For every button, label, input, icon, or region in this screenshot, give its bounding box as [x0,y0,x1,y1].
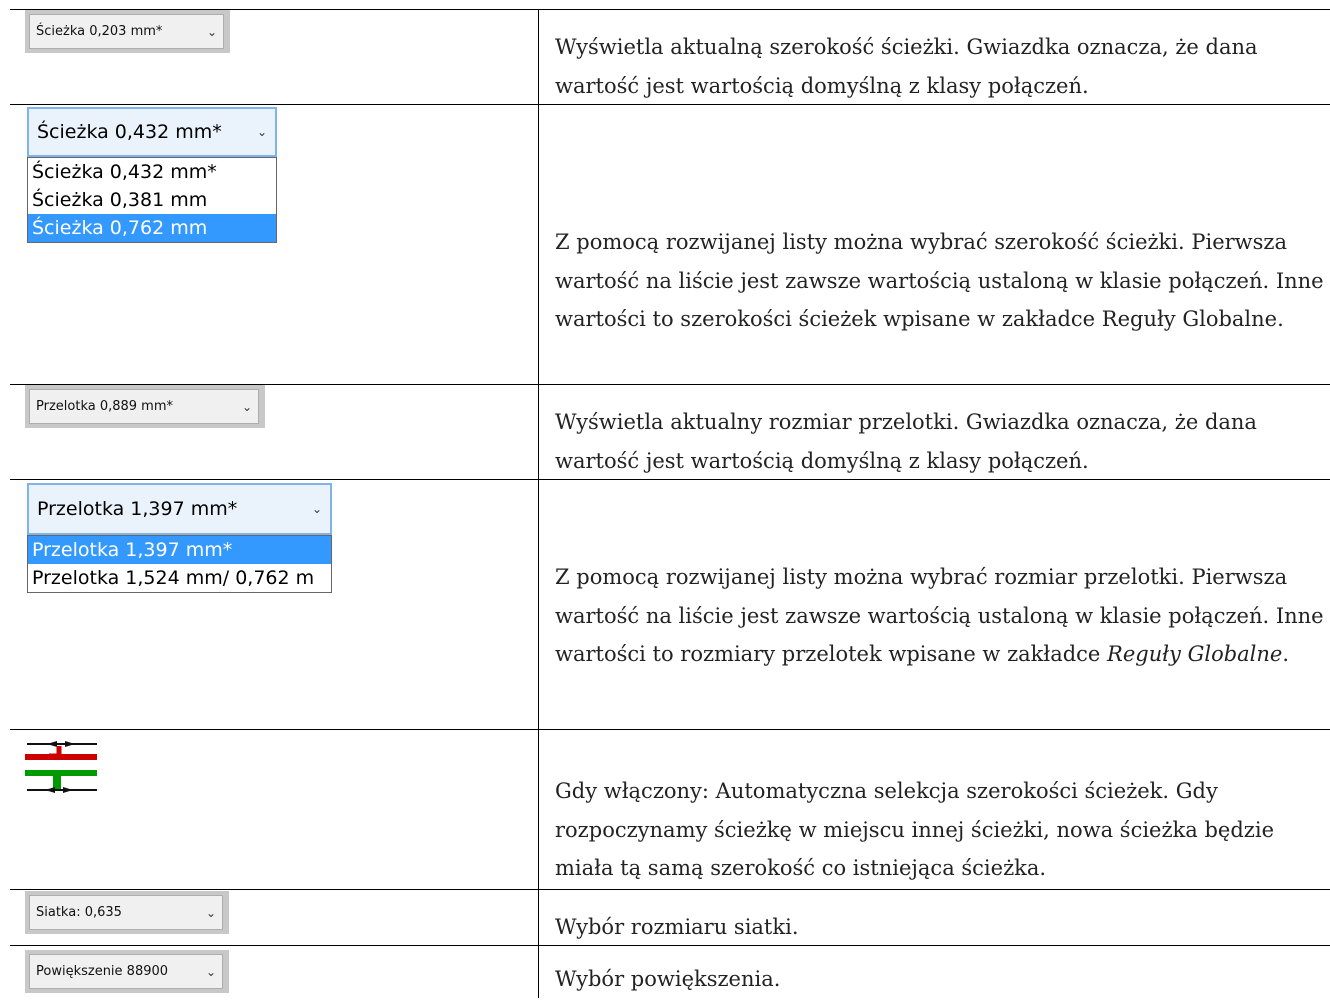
zoom-description: Wybór powiększenia. [555,967,781,991]
table-row-auto-track-width: Gdy włączony: Automatyczna selekcja szer… [10,729,1330,890]
via-size-value: Przelotka 0,889 mm* [36,399,174,414]
via-size-option[interactable]: Przelotka 1,524 mm/ 0,762 m [28,564,331,592]
table-row-track-width: Ścieżka 0,203 mm* ⌄ Wyświetla aktualną sz… [10,9,1330,105]
track-width-dropdown-head[interactable]: Ścieżka 0,432 mm* ⌄ [27,107,277,157]
chevron-down-icon: ⌄ [241,399,252,414]
via-size-combobox[interactable]: Przelotka 0,889 mm* ⌄ [25,385,265,428]
auto-track-width-icon[interactable] [25,732,101,802]
chevron-down-icon: ⌄ [311,502,322,516]
via-size-description: Wyświetla aktualny rozmiar przelotki. Gw… [555,410,1257,473]
track-width-options: Ścieżka 0,432 mm* Ścieżka 0,381 mm Ścież… [27,157,277,243]
track-width-dropdown-value: Ścieżka 0,432 mm* [37,121,222,143]
via-size-dropdown-description-emphasis: Reguły Globalne [1107,642,1283,666]
track-width-value: Ścieżka 0,203 mm* [36,24,163,39]
via-size-dropdown-value: Przelotka 1,397 mm* [37,498,238,520]
via-size-dropdown-description: Z pomocą rozwijanej listy można wybrać r… [555,558,1325,674]
via-size-option-selected[interactable]: Przelotka 1,397 mm* [28,536,331,564]
via-size-options: Przelotka 1,397 mm* Przelotka 1,524 mm/ … [27,535,332,593]
grid-description: Wybór rozmiaru siatki. [555,915,799,939]
track-width-option[interactable]: Ścieżka 0,432 mm* [28,158,276,186]
track-width-combobox[interactable]: Ścieżka 0,203 mm* ⌄ [25,10,230,53]
via-size-dropdown[interactable]: Przelotka 1,397 mm* ⌄ Przelotka 1,397 mm*… [27,483,332,593]
track-width-dropdown-description: Z pomocą rozwijanej listy można wybrać s… [555,230,1324,331]
via-size-dropdown-description-end: . [1282,642,1290,666]
chevron-down-icon: ⌄ [205,905,216,920]
via-size-dropdown-head[interactable]: Przelotka 1,397 mm* ⌄ [27,483,332,535]
zoom-value: Powiększenie 88900 [36,964,169,979]
auto-track-width-description: Gdy włączony: Automatyczna selekcja szer… [555,779,1274,880]
track-width-option[interactable]: Ścieżka 0,381 mm [28,186,276,214]
chevron-down-icon: ⌄ [206,24,217,39]
chevron-down-icon: ⌄ [256,125,267,139]
zoom-combobox[interactable]: Powiększenie 88900 ⌄ [25,950,229,993]
track-width-dropdown[interactable]: Ścieżka 0,432 mm* ⌄ Ścieżka 0,432 mm* Ści… [27,107,277,243]
chevron-down-icon: ⌄ [205,964,216,979]
table-row-grid: Siatka: 0,635 ⌄ Wybór rozmiaru siatki. [10,889,1330,946]
table-row-zoom: Powiększenie 88900 ⌄ Wybór powiększenia. [10,945,1330,1006]
grid-value: Siatka: 0,635 [36,905,122,920]
grid-combobox[interactable]: Siatka: 0,635 ⌄ [25,891,229,934]
table-row-via-size: Przelotka 0,889 mm* ⌄ Wyświetla aktualny … [10,384,1330,480]
auto-track-width-icon-graphic [25,741,97,793]
table-row-via-size-dropdown: Przelotka 1,397 mm* ⌄ Przelotka 1,397 mm*… [10,479,1330,730]
track-width-description: Wyświetla aktualną szerokość ścieżki. Gw… [555,35,1258,98]
track-width-option-selected[interactable]: Ścieżka 0,762 mm [28,214,276,242]
table-row-track-width-dropdown: Ścieżka 0,432 mm* ⌄ Ścieżka 0,432 mm* Ści… [10,104,1330,385]
